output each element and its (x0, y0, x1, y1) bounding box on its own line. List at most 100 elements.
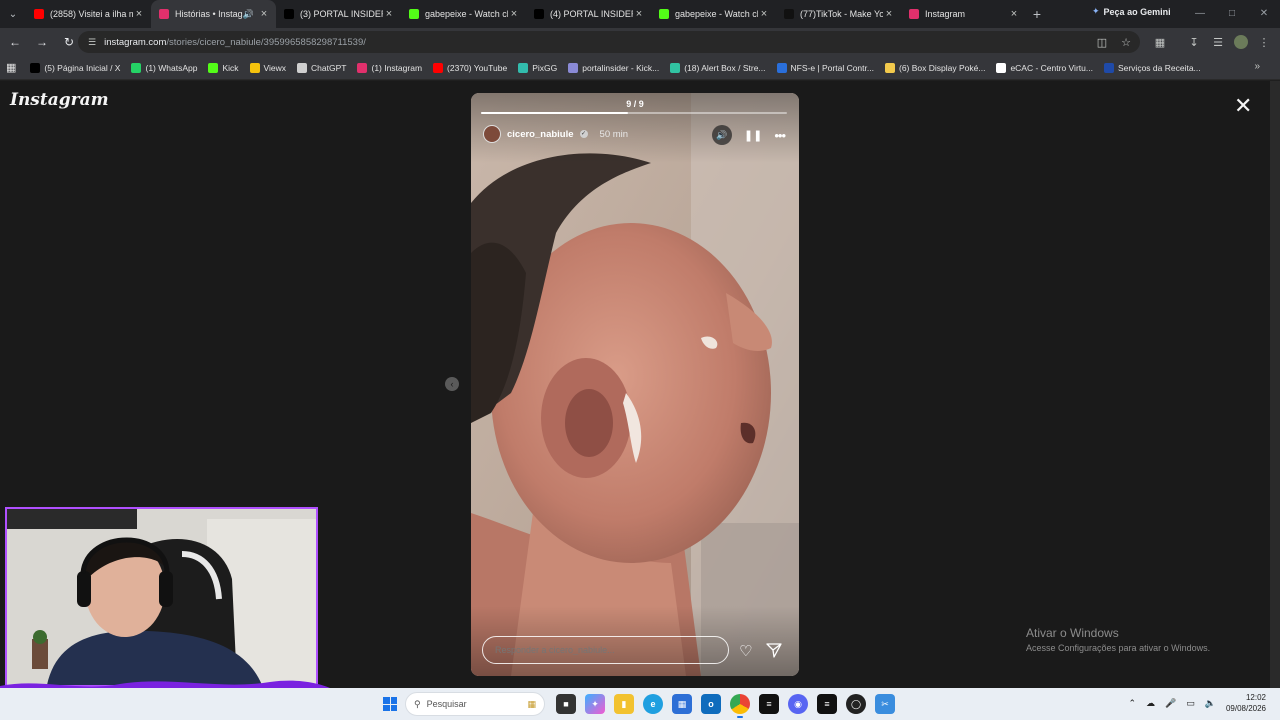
bookmark-list: (5) Página Inicial / X (1) WhatsApp Kick Vi… (30, 62, 1211, 73)
discord-app-icon[interactable]: ◉ (788, 694, 808, 714)
bookmark-item[interactable]: portalinsider - Kick... (568, 62, 659, 73)
instagram-icon (357, 62, 368, 73)
bookmark-item[interactable]: Kick (208, 62, 239, 73)
capcut-app-icon[interactable]: ≡ (759, 694, 779, 714)
bookmark-item[interactable]: (6) Box Display Poké... (884, 62, 985, 73)
bookmark-item[interactable]: NFS-e | Portal Contr... (776, 62, 874, 73)
tab-search-button[interactable]: ⌄ (0, 0, 26, 28)
microphone-icon[interactable]: 🎤 (1165, 698, 1176, 709)
bookmark-label: ChatGPT (311, 62, 347, 73)
volume-tray-icon[interactable]: 🔈 (1205, 698, 1216, 709)
story-video-frame (471, 93, 799, 676)
pause-icon[interactable]: ❚❚ (744, 129, 762, 142)
bookmark-item[interactable]: (5) Página Inicial / X (30, 62, 120, 73)
browser-tab[interactable]: Histórias • Instagr 🔊 × (151, 0, 276, 28)
bookmark-label: PixGG (532, 62, 558, 73)
site-info-icon[interactable]: ☰ (88, 37, 96, 48)
display-icon[interactable]: ▭ (1186, 698, 1195, 709)
close-tab-icon[interactable]: × (883, 8, 895, 20)
browser-tab[interactable]: (4) PORTAL INSIDER n× (526, 0, 651, 28)
windows-start-icon[interactable] (383, 697, 397, 711)
bookmark-item[interactable]: eCAC - Centro Virtu... (996, 62, 1093, 73)
close-tab-icon[interactable]: × (758, 8, 770, 20)
close-tab-icon[interactable]: × (258, 8, 270, 20)
browser-tab[interactable]: (77)TikTok - Make You × (776, 0, 901, 28)
snipping-tool-icon[interactable]: ✂ (875, 694, 895, 714)
bookmark-item[interactable]: ChatGPT (297, 62, 347, 73)
copilot-app-icon[interactable]: ✦ (585, 694, 605, 714)
page-scrollbar[interactable] (1270, 81, 1280, 688)
browser-tab[interactable]: gabepeixe - Watch cl × (651, 0, 776, 28)
close-window-button[interactable]: ✕ (1248, 0, 1280, 28)
browser-tab[interactable]: (3) PORTAL INSIDER n× (276, 0, 401, 28)
story-card[interactable]: 9 / 9 cicero_nabiule ✓ 50 min 🔊 ❚❚ ••• ♡ (471, 93, 799, 676)
apps-grid-icon[interactable]: ▦ (6, 61, 16, 74)
bookmark-item[interactable]: (1) Instagram (357, 62, 422, 73)
menu-kebab-icon[interactable]: ⋮ (1256, 34, 1272, 50)
taskbar-clock[interactable]: 12:02 09/08/2026 (1226, 692, 1266, 714)
instagram-icon (909, 9, 919, 19)
file-manager-app-icon[interactable]: ■ (556, 694, 576, 714)
outlook-app-icon[interactable]: o (701, 694, 721, 714)
minimize-button[interactable]: — (1184, 0, 1216, 28)
more-options-icon[interactable]: ••• (774, 128, 786, 143)
volume-icon[interactable]: 🔊 (711, 125, 732, 145)
tab-title: Histórias • Instagr (175, 9, 243, 19)
close-story-icon[interactable]: ✕ (1234, 95, 1252, 117)
extensions-icon[interactable]: ▦ (1152, 34, 1168, 50)
previous-story-arrow-icon[interactable]: ‹ (445, 377, 459, 391)
browser-tab[interactable]: (2858) Visitei a ilha m × (26, 0, 151, 28)
taskbar-search-box[interactable]: ⚲ Pesquisar ▦ (405, 692, 545, 716)
story-author[interactable]: cicero_nabiule ✓ 50 min (483, 125, 628, 143)
tab-title: (2858) Visitei a ilha m (50, 9, 133, 19)
tray-app-icon[interactable]: ☁ (1146, 698, 1155, 709)
capcut-app-icon-2[interactable]: ≡ (817, 694, 837, 714)
bookmark-item[interactable]: (2370) YouTube (433, 62, 507, 73)
install-app-icon[interactable]: ◫ (1094, 34, 1110, 50)
close-tab-icon[interactable]: × (133, 8, 145, 20)
instagram-logo[interactable]: Instagram (10, 90, 109, 110)
close-tab-icon[interactable]: × (508, 8, 520, 20)
browser-tab-strip: ⌄ (2858) Visitei a ilha m × Histórias • In… (0, 0, 1280, 28)
bookmark-item[interactable]: (18) Alert Box / Stre... (670, 62, 766, 73)
close-tab-icon[interactable]: × (1008, 8, 1020, 20)
store-app-icon[interactable]: ▦ (672, 694, 692, 714)
author-avatar[interactable] (483, 125, 501, 143)
profile-avatar[interactable] (1234, 35, 1248, 49)
new-tab-button[interactable]: + (1026, 6, 1048, 22)
browser-tab[interactable]: gabepeixe - Watch cl × (401, 0, 526, 28)
maximize-button[interactable]: □ (1216, 0, 1248, 28)
verified-badge-icon: ✓ (579, 130, 588, 138)
share-send-icon[interactable] (766, 642, 782, 663)
forward-button[interactable]: → (30, 30, 54, 54)
download-icon[interactable]: ↧ (1186, 34, 1202, 50)
back-button[interactable]: ← (3, 30, 27, 54)
tray-overflow-icon[interactable]: ⌃ (1128, 698, 1136, 709)
close-tab-icon[interactable]: × (383, 8, 395, 20)
bookmark-item[interactable]: Serviços da Receita... (1103, 62, 1201, 73)
bookmarks-bar: ▦ (5) Página Inicial / X (1) WhatsApp Kick… (0, 56, 1280, 80)
clock-time: 12:02 (1245, 693, 1266, 702)
close-tab-icon[interactable]: × (633, 8, 645, 20)
story-counter: 9 / 9 (626, 99, 644, 109)
tab-list: (2858) Visitei a ilha m × Histórias • Inst… (26, 0, 1026, 28)
tab-audio-icon[interactable]: 🔊 (243, 9, 254, 20)
bookmark-star-icon[interactable]: ☆ (1118, 34, 1134, 50)
chrome-browser-icon[interactable] (730, 694, 750, 718)
gemini-button[interactable]: ✦ Peça ao Gemini (1092, 6, 1171, 17)
like-heart-icon[interactable]: ♡ (739, 642, 752, 660)
bookmark-item[interactable]: (1) WhatsApp (131, 62, 197, 73)
media-controls-icon[interactable]: ☰ (1210, 34, 1226, 50)
edge-browser-icon[interactable]: e (643, 694, 663, 714)
chatgpt-icon (297, 62, 308, 73)
address-bar[interactable]: ☰ instagram.com/stories/cicero_nabiule/3… (78, 31, 1140, 53)
reply-input[interactable] (482, 636, 729, 664)
bookmarks-overflow-icon[interactable]: » (1254, 61, 1260, 72)
bookmark-label: NFS-e | Portal Contr... (790, 62, 874, 73)
bookmark-item[interactable]: PixGG (518, 62, 558, 73)
author-username[interactable]: cicero_nabiule (507, 129, 574, 140)
browser-tab[interactable]: Instagram × (901, 0, 1026, 28)
file-explorer-icon[interactable]: ▮ (614, 694, 634, 714)
obs-app-icon[interactable]: ◯ (846, 694, 866, 714)
bookmark-item[interactable]: Viewx (249, 62, 286, 73)
